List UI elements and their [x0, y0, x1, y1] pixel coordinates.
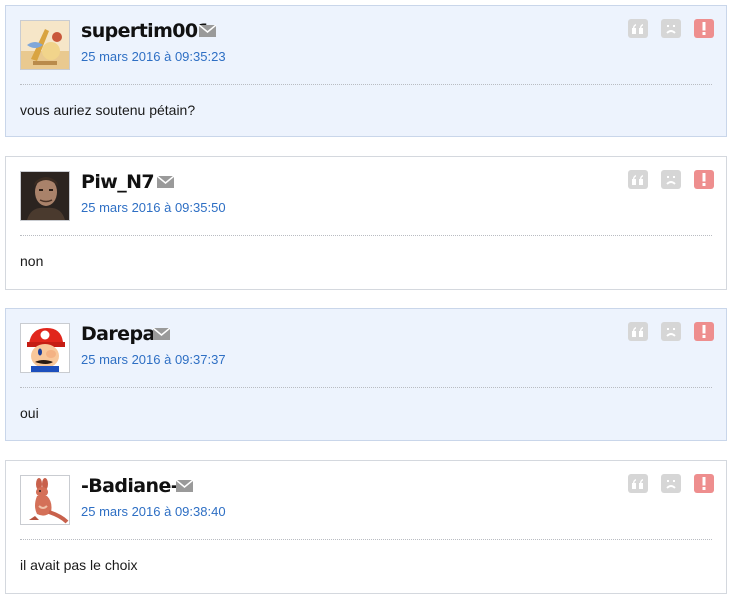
post-message: non: [20, 253, 44, 269]
exclamation-icon: [702, 22, 706, 35]
forum-post: Piw_N7 25 mars 2016 à 09:35:50 non: [5, 156, 727, 290]
avatar[interactable]: [20, 171, 70, 221]
post-message: oui: [20, 405, 39, 421]
sad-face-icon: [666, 327, 676, 337]
post-actions: [628, 19, 714, 38]
post-actions: [628, 170, 714, 189]
post-separator: [20, 387, 712, 388]
post-message: il avait pas le choix: [20, 557, 138, 573]
quote-icon: [632, 174, 643, 185]
post-date-link[interactable]: 25 mars 2016 à 09:35:23: [81, 49, 226, 65]
avatar[interactable]: [20, 20, 70, 70]
ignore-button[interactable]: [661, 322, 681, 341]
post-date-link[interactable]: 25 mars 2016 à 09:35:50: [81, 200, 226, 216]
report-button[interactable]: [694, 322, 714, 341]
ignore-button[interactable]: [661, 170, 681, 189]
forum-post: Darepa 25 mars 2016 à 09:37:37 oui: [5, 308, 727, 441]
post-actions: [628, 322, 714, 341]
exclamation-icon: [702, 173, 706, 186]
author-name[interactable]: supertim001: [81, 20, 211, 42]
quote-icon: [632, 326, 643, 337]
man-portrait-avatar-icon: [21, 172, 69, 220]
post-message: vous auriez soutenu pétain?: [20, 102, 196, 118]
author-name[interactable]: Darepa: [81, 323, 155, 345]
post-actions: [628, 474, 714, 493]
exclamation-icon: [702, 477, 706, 490]
quote-button[interactable]: [628, 322, 648, 341]
quote-icon: [632, 23, 643, 34]
post-separator: [20, 235, 712, 236]
forum-post: -Badiane- 25 mars 2016 à 09:38:40 il ava…: [5, 460, 727, 594]
sad-face-icon: [666, 175, 676, 185]
envelope-icon[interactable]: [153, 328, 170, 340]
author-name[interactable]: Piw_N7: [81, 171, 155, 193]
envelope-icon[interactable]: [157, 176, 174, 188]
post-date-link[interactable]: 25 mars 2016 à 09:38:40: [81, 504, 226, 520]
ignore-button[interactable]: [661, 474, 681, 493]
quote-button[interactable]: [628, 474, 648, 493]
food-illustration-avatar-icon: [21, 21, 69, 69]
mario-avatar-icon: [21, 324, 69, 372]
post-separator: [20, 539, 712, 540]
report-button[interactable]: [694, 170, 714, 189]
envelope-icon[interactable]: [199, 25, 216, 37]
avatar[interactable]: [20, 323, 70, 373]
quote-button[interactable]: [628, 19, 648, 38]
forum-post: supertim001 25 mars 2016 à 09:35:23 vous…: [5, 5, 727, 137]
sad-face-icon: [666, 479, 676, 489]
report-button[interactable]: [694, 474, 714, 493]
quote-icon: [632, 478, 643, 489]
sad-face-icon: [666, 24, 676, 34]
quote-button[interactable]: [628, 170, 648, 189]
avatar[interactable]: [20, 475, 70, 525]
ignore-button[interactable]: [661, 19, 681, 38]
envelope-icon[interactable]: [176, 480, 193, 492]
author-name[interactable]: -Badiane-: [81, 475, 179, 497]
post-separator: [20, 84, 712, 85]
post-date-link[interactable]: 25 mars 2016 à 09:37:37: [81, 352, 226, 368]
report-button[interactable]: [694, 19, 714, 38]
kangaroo-avatar-icon: [21, 476, 69, 524]
exclamation-icon: [702, 325, 706, 338]
